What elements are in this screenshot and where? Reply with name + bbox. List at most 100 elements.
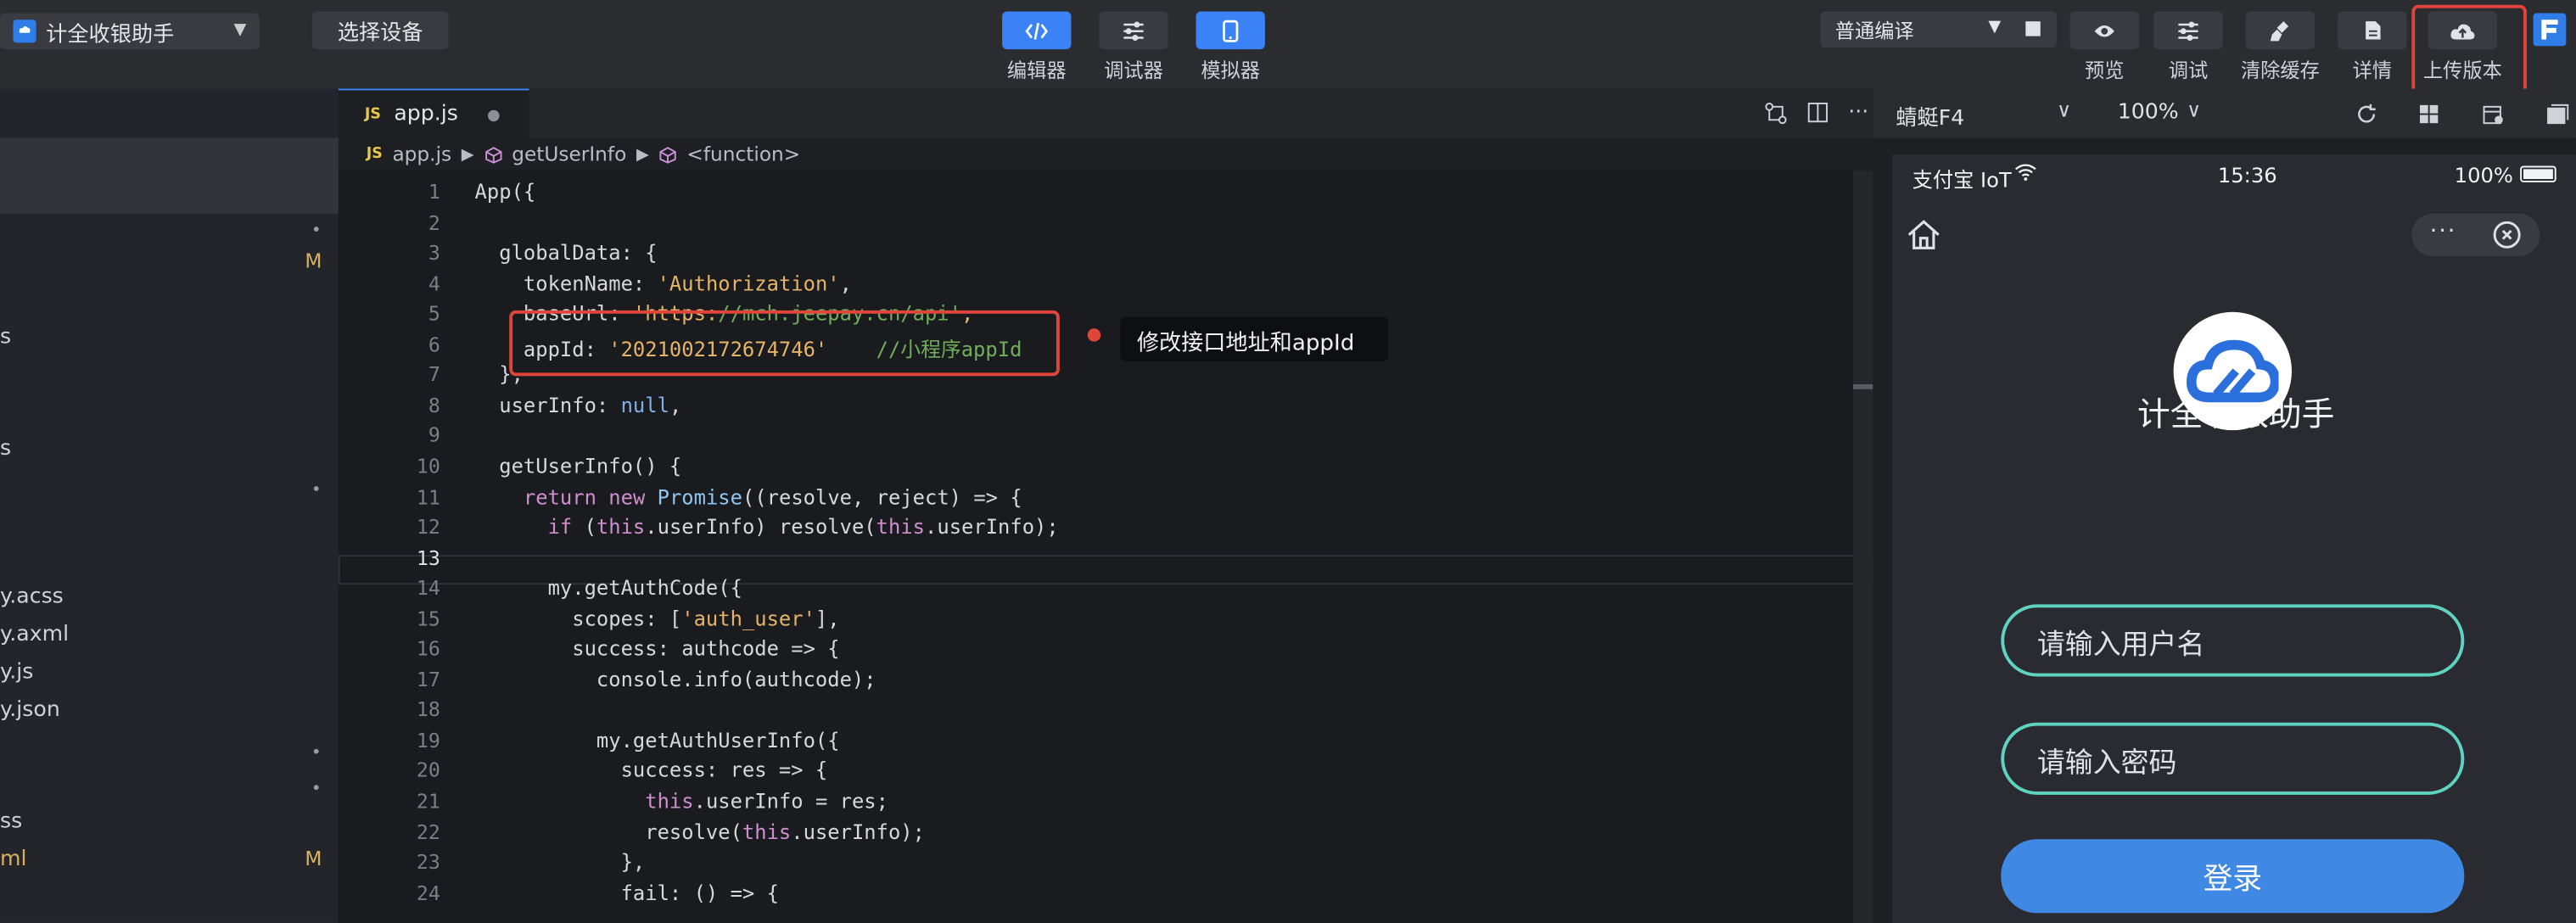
file-item[interactable]: s: [0, 437, 11, 462]
line-number: 15: [416, 607, 440, 630]
tab-app-js[interactable]: JS app.js: [338, 88, 529, 138]
line-number: 3: [428, 241, 440, 265]
simulator-toolbar: 蜻蜓F4 ∨ 100% ∨: [1873, 88, 2576, 138]
project-selector[interactable]: 计全收银助手 ▼: [0, 13, 260, 50]
compile-mode-value: 普通编译: [1834, 19, 1914, 42]
code-line[interactable]: userInfo: null,: [475, 394, 681, 417]
line-number: 11: [416, 485, 440, 509]
tab-label: app.js: [394, 102, 458, 127]
line-number: 22: [416, 820, 440, 844]
upload-highlight-box: [2411, 4, 2527, 94]
code-line[interactable]: return new Promise((resolve, reject) => …: [475, 485, 1022, 508]
code-line[interactable]: my.getAuthCode({: [475, 577, 742, 600]
js-file-icon: JS: [366, 146, 383, 163]
editor-toggle-button[interactable]: [1002, 11, 1072, 50]
code-line[interactable]: console.info(authcode);: [475, 668, 876, 691]
phone-icon: [1223, 19, 1239, 42]
file-item[interactable]: y.axml: [0, 623, 69, 647]
line-number: 23: [416, 850, 440, 875]
sliders-icon: [2178, 20, 2198, 41]
clear-cache-button[interactable]: [2245, 11, 2316, 50]
stop-icon[interactable]: [2025, 21, 2041, 36]
code-line[interactable]: success: authcode => {: [475, 638, 839, 661]
code-line[interactable]: getUserInfo() {: [475, 455, 681, 478]
grid-icon[interactable]: [2418, 103, 2439, 125]
line-number: 14: [416, 576, 440, 600]
unsaved-dot-icon[interactable]: [488, 109, 500, 122]
app-avatar[interactable]: [2533, 13, 2567, 47]
breadcrumb-item[interactable]: app.js: [392, 143, 451, 165]
code-line[interactable]: success: res => {: [475, 759, 828, 782]
password-input[interactable]: 请输入密码: [2001, 722, 2465, 795]
refresh-icon[interactable]: [2356, 103, 2377, 125]
annotation-dot: [1087, 328, 1101, 342]
editor-scrollbar[interactable]: [1853, 171, 1873, 923]
chevron-down-icon[interactable]: ∨: [2057, 98, 2071, 121]
window-icon[interactable]: [2546, 103, 2569, 125]
code-line[interactable]: resolve(this.userInfo);: [475, 820, 925, 843]
clear-cache-label: 清除缓存: [2240, 59, 2320, 82]
broom-icon: [2270, 20, 2289, 41]
sidebar-selected-row[interactable]: [0, 137, 339, 214]
code-line[interactable]: scopes: ['auth_user'],: [475, 607, 839, 630]
breadcrumb-item[interactable]: <function>: [686, 143, 800, 165]
debug-button[interactable]: [2153, 11, 2223, 50]
code-line[interactable]: this.userInfo = res;: [475, 790, 888, 813]
line-number: 24: [416, 881, 440, 904]
carrier-label: 支付宝 IoT: [1912, 167, 2012, 193]
file-item-modified[interactable]: ml: [0, 847, 27, 872]
code-line[interactable]: },: [475, 851, 646, 874]
git-compare-icon[interactable]: [1764, 101, 1787, 124]
line-number: 9: [428, 424, 440, 448]
line-number: 10: [416, 455, 440, 478]
code-editor[interactable]: 1 2 3 4 5 6 7 8 9 10 11 12 13 14 15 16 17 18 19 20 21 22 23 24 …: [338, 171, 1873, 923]
compile-mode-select[interactable]: 普通编译 ▼: [1820, 11, 2058, 48]
more-icon[interactable]: ···: [1848, 100, 1868, 125]
code-line[interactable]: App({: [475, 181, 536, 204]
details-label: 详情: [2352, 59, 2393, 82]
simulator-toggle-button[interactable]: [1196, 11, 1265, 50]
details-button[interactable]: [2338, 11, 2407, 50]
file-item[interactable]: s: [0, 325, 11, 350]
line-number: 20: [416, 759, 440, 783]
file-item[interactable]: y.js: [0, 660, 33, 685]
editor-tab-bar: [338, 88, 1873, 138]
zoom-select[interactable]: 100%: [2118, 100, 2179, 125]
file-item[interactable]: y.acss: [0, 585, 64, 609]
line-gutter: 1 2 3 4 5 6 7 8 9 10 11 12 13 14 15 16 17 18 19 20 21 22 23 24: [339, 171, 440, 923]
line-number: 8: [428, 394, 440, 417]
file-item[interactable]: y.json: [0, 698, 60, 723]
chevron-down-icon[interactable]: ∨: [2187, 98, 2201, 121]
file-item[interactable]: ss: [0, 809, 22, 834]
calendar-settings-icon[interactable]: [2483, 103, 2504, 125]
line-number: 17: [416, 668, 440, 691]
debugger-toggle-button[interactable]: [1099, 11, 1168, 50]
line-number: 2: [428, 210, 440, 234]
js-file-icon: JS: [364, 105, 381, 123]
document-icon: [2365, 21, 2380, 40]
close-circle-icon[interactable]: [2492, 220, 2522, 249]
code-line[interactable]: globalData: {: [475, 242, 657, 265]
line-number: 7: [428, 363, 440, 387]
preview-button[interactable]: [2069, 11, 2139, 50]
username-input[interactable]: 请输入用户名: [2001, 604, 2465, 677]
login-button[interactable]: 登录: [2001, 839, 2465, 914]
sidebar-dot: [313, 227, 319, 232]
phone-screen: 支付宝 IoT 15:36 100% 计全收银助手: [1896, 157, 2576, 923]
project-logo-icon: [13, 20, 36, 43]
editor-actions: ···: [1764, 100, 1868, 125]
home-icon[interactable]: [1906, 217, 1942, 254]
breadcrumb-item[interactable]: getUserInfo: [512, 143, 626, 165]
chevron-down-icon: ▼: [1988, 18, 2002, 36]
scrollbar-thumb[interactable]: [1853, 383, 1873, 389]
code-line[interactable]: fail: () => {: [475, 881, 779, 904]
select-device-button[interactable]: 选择设备: [311, 11, 449, 50]
split-editor-icon[interactable]: [1807, 102, 1828, 123]
sidebar-dot: [313, 485, 319, 491]
code-line[interactable]: tokenName: 'Authorization',: [475, 272, 852, 295]
device-select[interactable]: 蜻蜓F4: [1896, 100, 1964, 131]
line-number: 1: [428, 180, 440, 204]
code-line[interactable]: my.getAuthUserInfo({: [475, 729, 840, 752]
more-icon[interactable]: ···: [2430, 218, 2457, 244]
code-line[interactable]: if (this.userInfo) resolve(this.userInfo…: [475, 516, 1059, 539]
